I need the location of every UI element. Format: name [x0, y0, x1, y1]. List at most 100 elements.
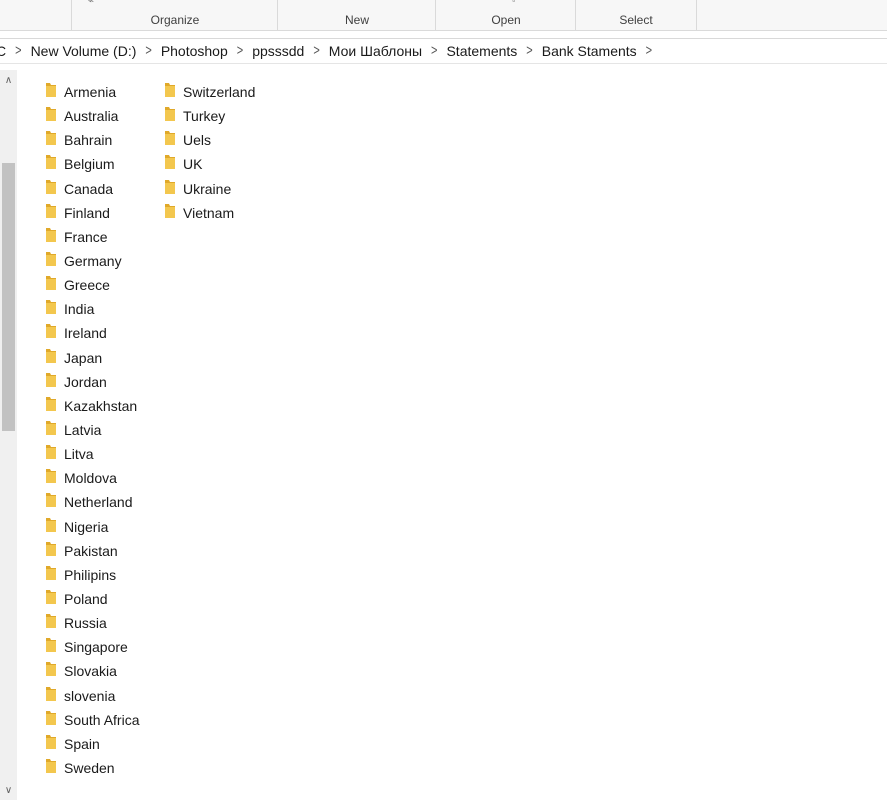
folder-name: Poland — [64, 591, 108, 608]
folder-item[interactable]: Litva — [40, 442, 140, 466]
folder-item[interactable]: Russia — [40, 611, 140, 635]
ribbon-group-new[interactable]: New — [277, 0, 436, 30]
folder-icon — [45, 299, 57, 315]
folder-item[interactable]: Jordan — [40, 370, 140, 394]
chevron-right-icon[interactable]: > — [428, 43, 440, 59]
breadcrumb-item[interactable]: Мои Шаблоны — [323, 43, 428, 59]
folder-name: Pakistan — [64, 542, 118, 559]
folder-icon — [45, 275, 57, 291]
chevron-right-icon[interactable]: > — [12, 43, 24, 59]
folder-item[interactable]: Uels — [159, 128, 255, 152]
folder-item[interactable]: Turkey — [159, 104, 255, 128]
folder-item[interactable]: Pakistan — [40, 539, 140, 563]
folder-icon — [164, 154, 176, 170]
folder-item[interactable]: Belgium — [40, 152, 140, 176]
chevron-right-icon[interactable]: > — [643, 43, 655, 59]
breadcrumb-item[interactable]: Photoshop — [155, 43, 234, 59]
folder-item[interactable]: Australia — [40, 104, 140, 128]
folder-name: Uels — [183, 132, 212, 149]
breadcrumb-item-current[interactable]: Bank Staments — [536, 43, 643, 59]
folder-item[interactable]: Ireland — [40, 321, 140, 345]
folder-item[interactable]: Moldova — [40, 466, 140, 490]
folder-name: Germany — [64, 253, 122, 270]
folder-icon — [45, 492, 57, 508]
folder-icon — [45, 348, 57, 364]
folder-item[interactable]: South Africa — [40, 708, 140, 732]
folder-icon — [45, 420, 57, 436]
folder-item[interactable]: Kazakhstan — [40, 394, 140, 418]
folder-item[interactable]: Bahrain — [40, 128, 140, 152]
folder-item[interactable]: Latvia — [40, 418, 140, 442]
breadcrumb-item[interactable]: Statements — [440, 43, 523, 59]
folder-item[interactable]: Philipins — [40, 563, 140, 587]
folder-icon — [45, 541, 57, 557]
folder-item[interactable]: Nigeria — [40, 515, 140, 539]
folder-icon — [45, 710, 57, 726]
folder-item[interactable]: Spain — [40, 732, 140, 756]
folder-name: France — [64, 228, 108, 245]
breadcrumb-item[interactable]: ppsssdd — [246, 43, 310, 59]
folder-icon — [45, 734, 57, 750]
chevron-right-icon[interactable]: > — [310, 43, 322, 59]
folder-icon — [45, 251, 57, 267]
ribbon-group-open[interactable]: ◦ Open — [435, 0, 576, 30]
folder-icon — [45, 179, 57, 195]
folder-name: Nigeria — [64, 518, 109, 535]
breadcrumb[interactable]: C > New Volume (D:) > Photoshop > ppsssd… — [0, 38, 887, 64]
folder-item[interactable]: Greece — [40, 273, 140, 297]
folder-name: Bahrain — [64, 132, 113, 149]
file-list-column: Switzerland Turkey Uels UK Ukraine Vietnam — [159, 80, 255, 225]
folder-item[interactable]: Finland — [40, 201, 140, 225]
folder-icon — [45, 517, 57, 533]
scroll-thumb[interactable] — [2, 163, 15, 431]
folder-icon — [45, 565, 57, 581]
folder-icon — [45, 323, 57, 339]
breadcrumb-item[interactable]: New Volume (D:) — [25, 43, 143, 59]
breadcrumb-item[interactable]: C — [0, 43, 12, 59]
scroll-up-arrow-icon[interactable]: ∧ — [0, 72, 17, 89]
chevron-right-icon[interactable]: > — [142, 43, 154, 59]
folder-item[interactable]: Slovakia — [40, 659, 140, 683]
scroll-down-arrow-icon[interactable]: ∨ — [0, 782, 17, 799]
folder-item[interactable]: Netherland — [40, 490, 140, 514]
nav-pane-scrollbar[interactable]: ∧ ∨ — [0, 70, 17, 800]
ribbon-group-select[interactable]: Select — [575, 0, 697, 30]
folder-item[interactable]: Singapore — [40, 635, 140, 659]
chevron-right-icon[interactable]: > — [234, 43, 246, 59]
folder-item[interactable]: Vietnam — [159, 201, 255, 225]
chevron-right-icon[interactable]: > — [523, 43, 535, 59]
ribbon-group-organize[interactable]: ⌁ Organize — [71, 0, 278, 30]
folder-item[interactable]: slovenia — [40, 684, 140, 708]
folder-item[interactable]: Armenia — [40, 80, 140, 104]
folder-name: slovenia — [64, 687, 116, 704]
folder-icon — [164, 82, 176, 98]
folder-item[interactable]: Switzerland — [159, 80, 255, 104]
ribbon: ⌁ Organize New ◦ Open Select — [0, 0, 887, 31]
folder-item[interactable]: Canada — [40, 177, 140, 201]
folder-icon — [164, 106, 176, 122]
folder-name: Belgium — [64, 156, 115, 173]
folder-item[interactable]: Germany — [40, 249, 140, 273]
folder-icon — [45, 106, 57, 122]
folder-name: Singapore — [64, 639, 128, 656]
folder-item[interactable]: Sweden — [40, 756, 140, 780]
folder-item[interactable]: France — [40, 225, 140, 249]
folder-name: Canada — [64, 180, 114, 197]
folder-name: Spain — [64, 735, 100, 752]
folder-icon — [45, 661, 57, 677]
folder-icon — [45, 686, 57, 702]
folder-name: Turkey — [183, 108, 226, 125]
folder-icon — [45, 589, 57, 605]
folder-item[interactable]: Poland — [40, 587, 140, 611]
folder-name: India — [64, 301, 95, 318]
folder-name: Slovakia — [64, 663, 117, 680]
folder-icon — [45, 758, 57, 774]
folder-item[interactable]: India — [40, 297, 140, 321]
folder-item[interactable]: Ukraine — [159, 177, 255, 201]
folder-name: Finland — [64, 204, 110, 221]
properties-icon: ◦ — [512, 0, 516, 7]
folder-item[interactable]: UK — [159, 152, 255, 176]
folder-item[interactable]: Japan — [40, 346, 140, 370]
ribbon-group-label: Open — [491, 13, 521, 27]
folder-name: Russia — [64, 615, 107, 632]
